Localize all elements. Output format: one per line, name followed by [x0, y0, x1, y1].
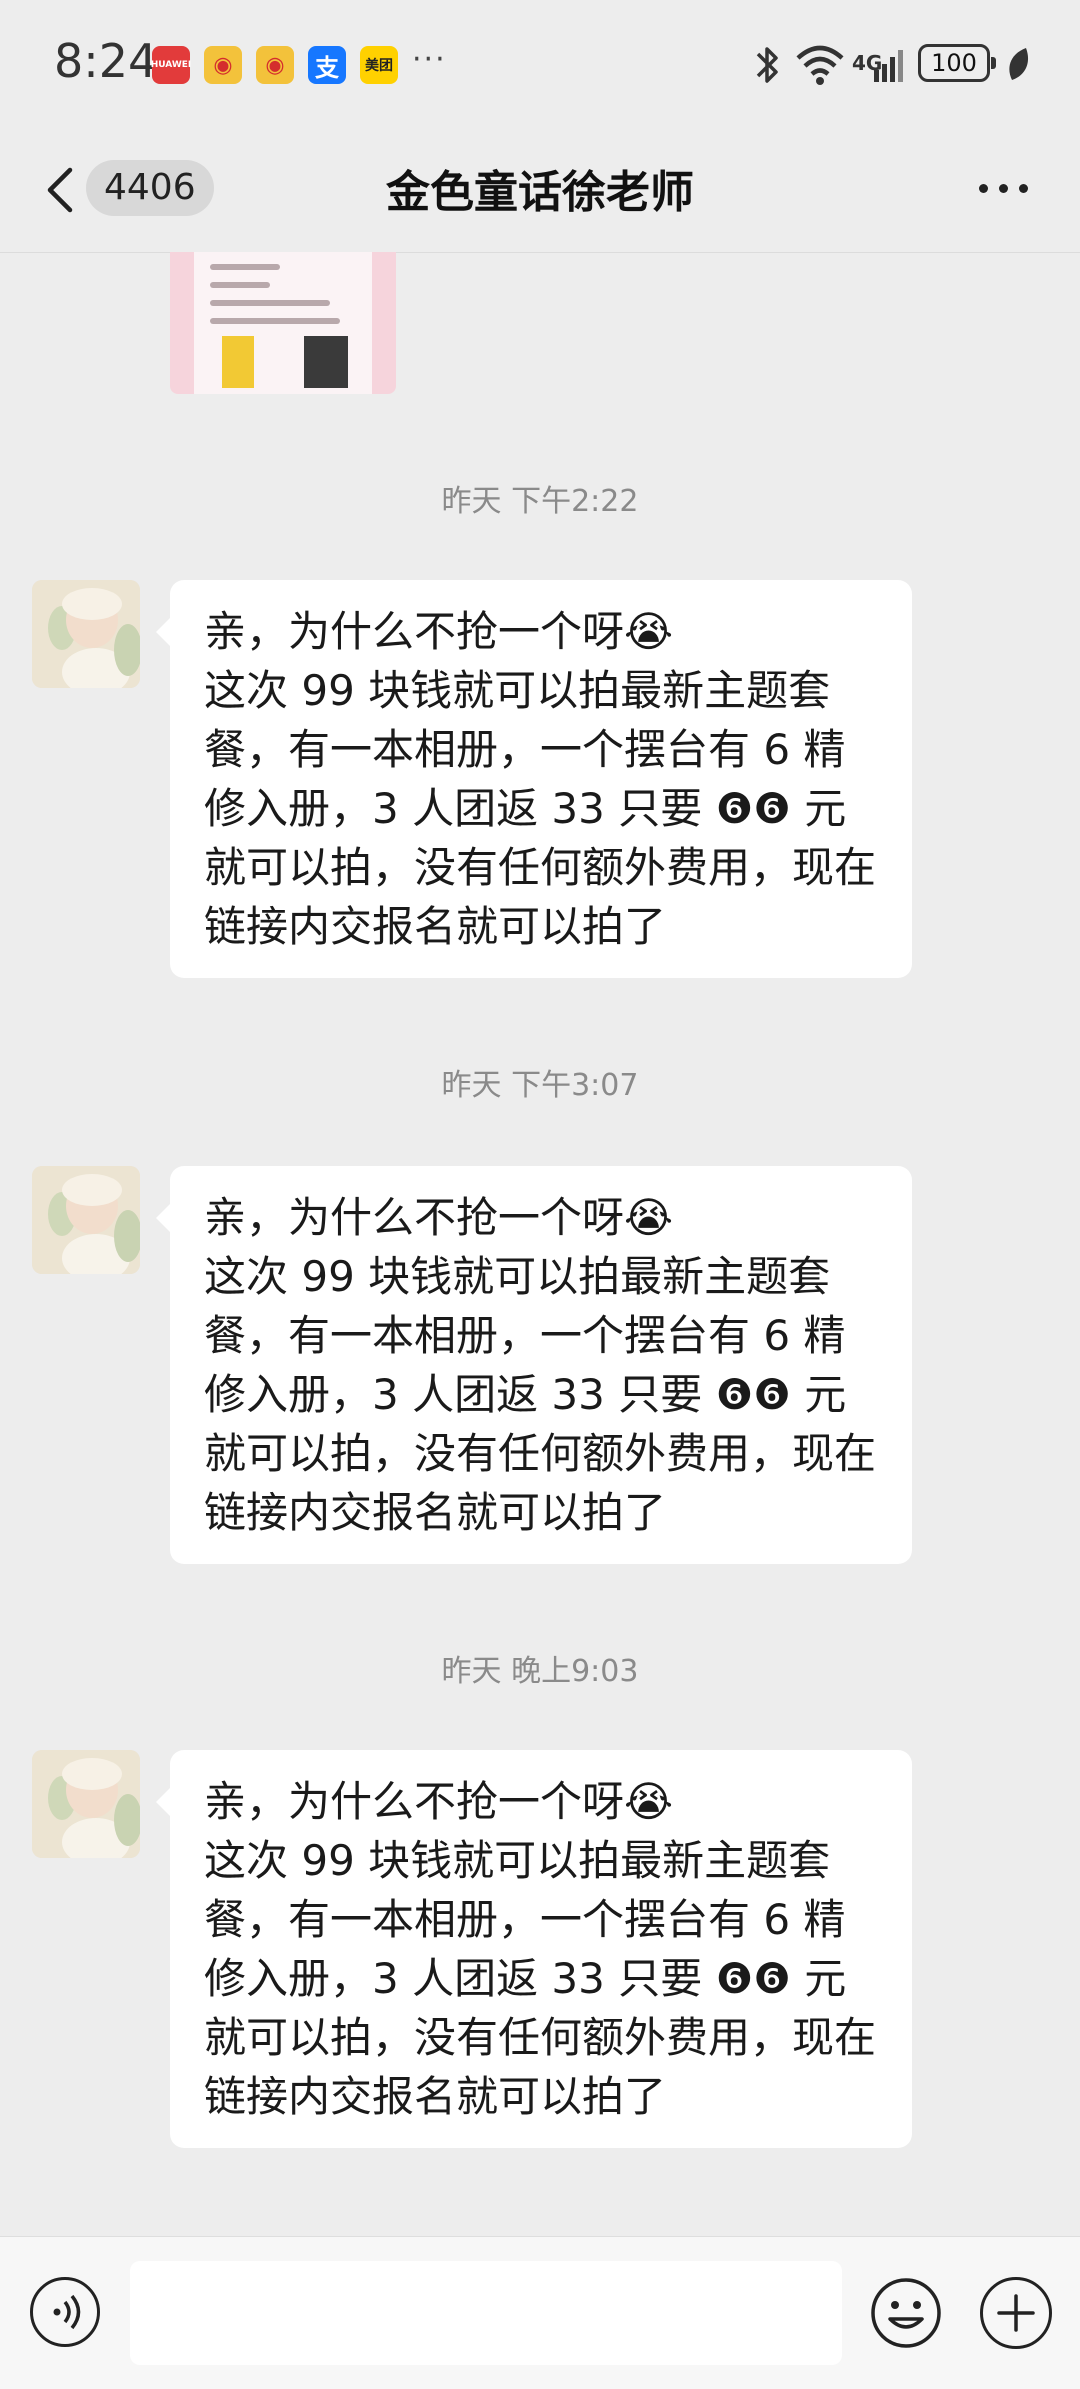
baby-photo-avatar [32, 580, 140, 688]
image-message-thumbnail[interactable] [170, 252, 396, 394]
baby-photo-avatar [32, 1166, 140, 1274]
emoji-icon[interactable] [870, 2277, 942, 2349]
huawei-icon: HUAWEI [151, 46, 191, 84]
avatar[interactable] [32, 1166, 140, 1274]
input-bar [0, 2236, 1080, 2389]
message-timestamp: 昨天 下午3:07 [441, 1068, 639, 1103]
weibo-icon: ◉ [204, 46, 242, 84]
bluetooth-icon [756, 47, 778, 83]
chat-header: 4406 金色童话徐老师 [0, 128, 1080, 253]
alipay-icon: 支 [308, 46, 346, 84]
message-bubble[interactable]: 亲，为什么不抢一个呀😭 这次 99 块钱就可以拍最新主题套餐，有一本相册，一个摆… [156, 580, 912, 978]
message-timestamp: 昨天 晚上9:03 [441, 1654, 639, 1689]
weibo-icon: ◉ [256, 46, 294, 84]
voice-icon[interactable] [30, 2277, 100, 2347]
baby-photo-avatar [32, 1750, 140, 1858]
more-options-icon[interactable] [979, 184, 1028, 193]
signal-icon [874, 50, 903, 82]
battery-icon: 100 [918, 44, 996, 82]
message-timestamp: 昨天 下午2:22 [441, 484, 639, 519]
meituan-icon: 美团 [360, 46, 398, 84]
message-input[interactable] [130, 2261, 842, 2365]
chat-title: 金色童话徐老师 [386, 167, 694, 218]
notification-more-icon: ··· [412, 42, 447, 77]
status-time: 8:24 [54, 34, 158, 88]
status-bar: 8:24 HUAWEI ◉ ◉ 支 美团 ··· 4G 100 [0, 0, 1080, 128]
wifi-icon [796, 45, 844, 85]
battery-level: 100 [931, 49, 977, 77]
avatar[interactable] [32, 1750, 140, 1858]
plus-icon[interactable] [980, 2277, 1052, 2349]
message-bubble[interactable]: 亲，为什么不抢一个呀😭 这次 99 块钱就可以拍最新主题套餐，有一本相册，一个摆… [156, 1750, 912, 2148]
avatar[interactable] [32, 580, 140, 688]
leaf-icon [1009, 48, 1029, 80]
message-bubble[interactable]: 亲，为什么不抢一个呀😭 这次 99 块钱就可以拍最新主题套餐，有一本相册，一个摆… [156, 1166, 912, 1564]
